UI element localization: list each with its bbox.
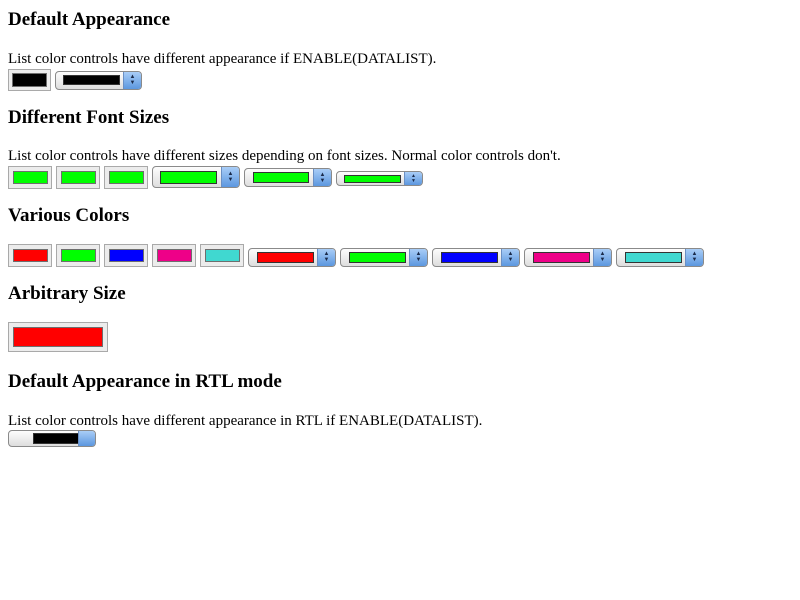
color-input-2[interactable] xyxy=(56,244,100,267)
chevron-up-down-icon: ▲ ▼ xyxy=(685,248,703,266)
color-input-medium-font[interactable] xyxy=(56,166,100,189)
chevron-up-down-icon: ▲ ▼ xyxy=(317,248,335,266)
color-swatch xyxy=(253,172,309,183)
color-input-1[interactable] xyxy=(8,244,52,267)
chevron-up-down-icon: ▲ ▼ xyxy=(404,172,422,185)
color-swatch xyxy=(108,249,144,262)
color-input-large-font[interactable] xyxy=(8,166,52,189)
color-swatch xyxy=(63,75,120,85)
chevron-up-down-icon: ▲ ▼ xyxy=(501,248,519,266)
section-description-default: List color controls have different appea… xyxy=(8,51,437,67)
list-color-input-3[interactable]: ▲ ▼ xyxy=(432,247,520,267)
list-color-input-large-font[interactable]: ▲ ▼ xyxy=(152,166,240,188)
color-swatch xyxy=(12,171,48,184)
chevron-up-down-icon: ▲ ▼ xyxy=(123,71,141,89)
section-description-rtl: List color controls have different appea… xyxy=(8,413,483,429)
color-swatch xyxy=(156,249,192,262)
list-color-input-1[interactable]: ▲ ▼ xyxy=(248,247,336,267)
color-input-arbitrary-size[interactable] xyxy=(8,322,108,352)
list-color-input-default[interactable]: ▲ ▼ xyxy=(55,70,142,90)
color-swatch xyxy=(441,251,498,263)
list-color-input-small-font[interactable]: ▲ ▼ xyxy=(336,171,423,186)
color-input-3[interactable] xyxy=(104,244,148,267)
color-swatch xyxy=(60,249,96,262)
color-swatch xyxy=(160,170,217,184)
color-swatch xyxy=(533,251,590,263)
color-input-4[interactable] xyxy=(152,244,196,267)
list-color-input-rtl[interactable] xyxy=(8,430,96,447)
chevron-up-down-icon: ▲ ▼ xyxy=(221,167,239,187)
color-swatch xyxy=(12,73,47,87)
color-swatch xyxy=(13,327,103,347)
color-swatch xyxy=(108,171,144,184)
color-swatch xyxy=(33,433,79,444)
section-title-various-colors: Various Colors xyxy=(8,205,130,226)
color-swatch xyxy=(344,174,401,183)
color-input-default[interactable] xyxy=(8,69,51,91)
test-page: Default Appearance List color controls h… xyxy=(0,0,800,447)
chevron-up-down-icon xyxy=(78,431,95,446)
chevron-up-down-icon: ▲ ▼ xyxy=(313,169,331,186)
list-color-input-medium-font[interactable]: ▲ ▼ xyxy=(244,168,332,187)
color-swatch xyxy=(60,171,96,184)
section-title-default: Default Appearance xyxy=(8,9,171,30)
various-colors-row: ▲ ▼ ▲ ▼ ▲ ▼ ▲ ▼ ▲ ▼ xyxy=(8,244,792,267)
chevron-up-down-icon: ▲ ▼ xyxy=(409,248,427,266)
section-title-rtl: Default Appearance in RTL mode xyxy=(8,371,282,392)
color-swatch xyxy=(257,251,314,263)
color-swatch xyxy=(12,249,48,262)
list-color-input-4[interactable]: ▲ ▼ xyxy=(524,247,612,267)
list-color-input-2[interactable]: ▲ ▼ xyxy=(340,247,428,267)
color-input-small-font[interactable] xyxy=(104,166,148,189)
chevron-up-down-icon: ▲ ▼ xyxy=(593,248,611,266)
section-description-font-sizes: List color controls have different sizes… xyxy=(8,148,561,164)
section-title-arbitrary-size: Arbitrary Size xyxy=(8,283,126,304)
list-color-input-5[interactable]: ▲ ▼ xyxy=(616,247,704,267)
color-swatch xyxy=(204,249,240,262)
section-title-font-sizes: Different Font Sizes xyxy=(8,107,170,128)
color-input-5[interactable] xyxy=(200,244,244,267)
color-swatch xyxy=(625,251,682,263)
color-swatch xyxy=(349,251,406,263)
